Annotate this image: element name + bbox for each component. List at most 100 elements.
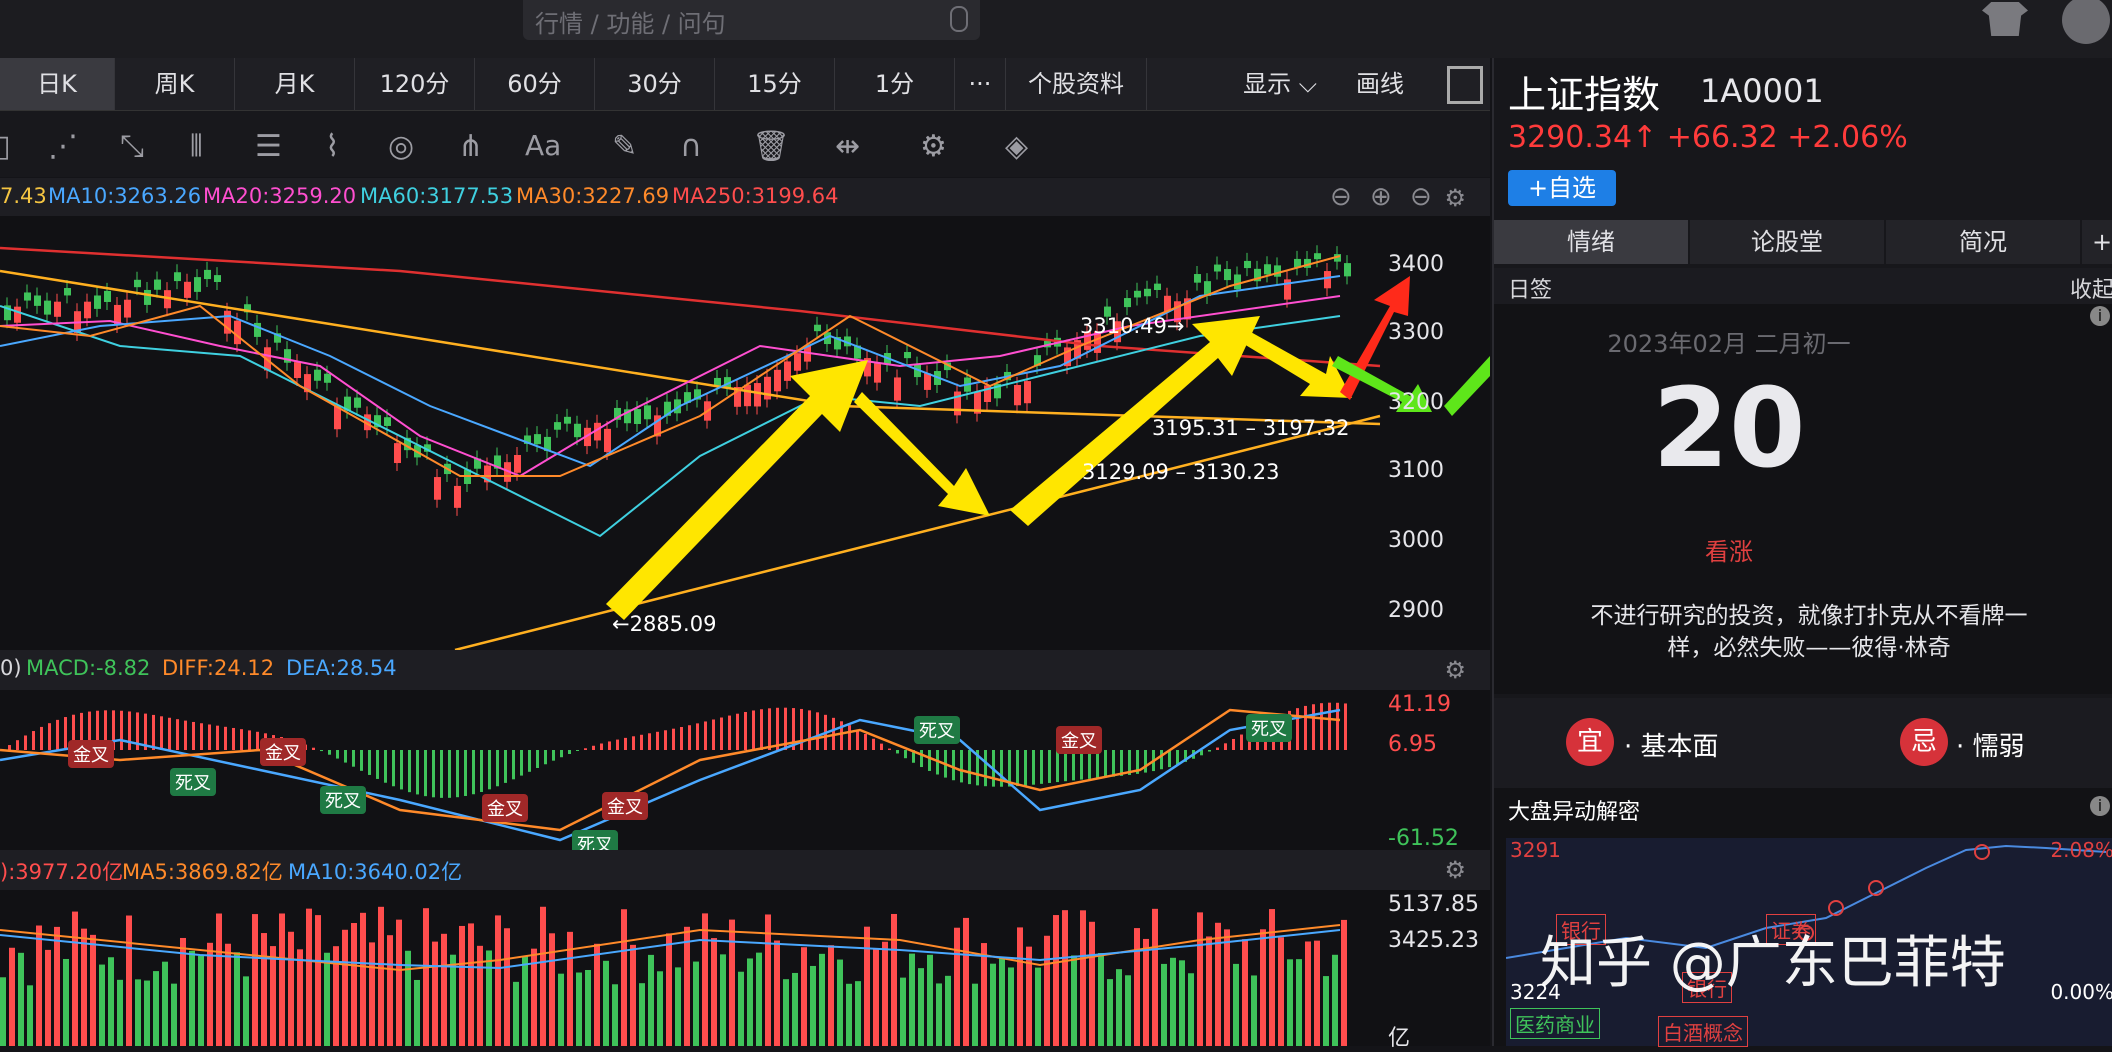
info-icon[interactable]: i — [2090, 306, 2110, 326]
mic-icon[interactable] — [950, 6, 968, 32]
macd-chart[interactable]: 金叉 死叉 金叉 死叉 金叉 金叉 死叉 死叉 金叉 死叉 41.19 6.95… — [0, 690, 1490, 858]
resize-tool-icon[interactable]: ⇹ — [835, 129, 860, 164]
watermark: 知乎 @广东巴菲特 — [1540, 931, 2006, 996]
sector-box[interactable]: 白酒概念 — [1658, 1016, 1748, 1047]
tab-sentiment[interactable]: 情绪 — [1494, 220, 1690, 264]
yi-badge: 宜 — [1566, 718, 1614, 766]
diff-label: DIFF:24.12 — [162, 656, 275, 680]
settings-icon[interactable]: ⚙ — [920, 129, 947, 164]
fan-tool-icon[interactable]: ⋰ — [48, 129, 78, 164]
vol-axis-top: 5137.85 — [1388, 892, 1479, 917]
zoom-in-icon[interactable]: ⊕ — [1370, 182, 1392, 212]
minimize-icon[interactable]: ⊖ — [1410, 182, 1432, 212]
volume-svg — [0, 906, 1347, 1046]
add-watchlist-button[interactable]: +自选 — [1508, 170, 1616, 206]
daily-sign-header: 日签 收起 — [1494, 268, 2112, 304]
cycle-tool-icon[interactable]: ◎ — [388, 129, 414, 164]
tab-forum[interactable]: 论股堂 — [1690, 220, 1886, 264]
anomaly-title: 大盘异动解密 — [1508, 800, 1641, 825]
display-dropdown[interactable]: 显示 ⌵ — [1230, 58, 1330, 110]
macd-settings-icon[interactable]: ⚙ — [1444, 656, 1466, 684]
info-icon[interactable]: i — [2090, 796, 2110, 816]
wave-tool-icon[interactable]: ⌇ — [325, 129, 340, 164]
search-input[interactable]: 行情 / 功能 / 问句 — [523, 0, 980, 40]
drawing-toolbar: ▯ ⋰ ⤡ ⫴ ☰ ⌇ ◎ ⋔ Aa ✎ ∩ 🗑 ⇹ ⚙ ◈ — [0, 111, 1490, 177]
parallel-tool-icon[interactable]: ⫴ — [190, 129, 203, 164]
price-tick: 3100 — [1388, 458, 1444, 483]
stock-code: 1A0001 — [1700, 72, 1824, 110]
tab-30min[interactable]: 30分 — [595, 58, 715, 110]
mood-label: 看涨 — [1705, 538, 1753, 566]
avatar[interactable] — [2062, 0, 2110, 44]
ji-text: · 懦弱 — [1956, 732, 2025, 762]
macd-legend: 0) MACD:-8.82 DIFF:24.12 DEA:28.54 ⚙ — [0, 650, 1490, 690]
tab-overview[interactable]: 简况 — [1886, 220, 2082, 264]
macd-axis-top: 41.19 — [1388, 692, 1451, 717]
yi-ji-row: 宜 · 基本面 忌 · 懦弱 — [1494, 698, 2112, 788]
top-bar: 行情 / 功能 / 问句 — [0, 0, 2112, 58]
kline-chart[interactable]: 3400 3300 3200 3100 3000 2900 3310.49→ ←… — [0, 216, 1490, 652]
segment-tool-icon[interactable]: ⤡ — [120, 129, 144, 164]
draw-line-button[interactable]: 画线 — [1340, 58, 1420, 110]
vol-ma10-label: MA10:3640.02亿 — [288, 860, 463, 884]
ma20-label: MA20:3259.20 — [203, 184, 357, 208]
collapse-button[interactable]: 收起 — [2070, 272, 2112, 304]
cross-tag: 死叉 — [320, 786, 366, 814]
macd-axis-mid: 6.95 — [1388, 732, 1437, 757]
market-anomaly-panel: 大盘异动解密 i 3291 3224 2.08% 0.00% 银行 证券 银行 … — [1494, 788, 2112, 1047]
tab-day-k[interactable]: 日K — [0, 58, 115, 110]
trash-icon[interactable]: 🗑 — [752, 129, 790, 164]
gann-tool-icon[interactable]: ⋔ — [458, 129, 483, 164]
tab-15min[interactable]: 15分 — [715, 58, 835, 110]
stock-panel: 上证指数 1A0001 3290.34↑ +66.32 +2.06% +自选 情… — [1492, 58, 2112, 1047]
high-annotation: 3310.49→ — [1080, 314, 1185, 338]
magnet-tool-icon[interactable]: ∩ — [680, 129, 702, 164]
anomaly-axis-top: 3291 — [1510, 838, 1561, 862]
tab-60min[interactable]: 60分 — [475, 58, 595, 110]
cross-tag: 金叉 — [1056, 726, 1102, 754]
low-annotation: ←2885.09 — [612, 612, 717, 636]
price-tick: 3200 — [1388, 390, 1444, 415]
ji-badge: 忌 — [1900, 718, 1948, 766]
tab-month-k[interactable]: 月K — [235, 58, 355, 110]
dea-label: DEA:28.54 — [286, 656, 397, 680]
panel-toggle-icon[interactable] — [1447, 66, 1483, 104]
tab-week-k[interactable]: 周K — [115, 58, 235, 110]
chart-settings-icon[interactable]: ⚙ — [1444, 184, 1466, 212]
tab-120min[interactable]: 120分 — [355, 58, 475, 110]
cross-tag: 死叉 — [914, 716, 960, 744]
tab-1min[interactable]: 1分 — [835, 58, 955, 110]
zoom-out-icon[interactable]: ⊖ — [1330, 182, 1352, 212]
layers-icon[interactable]: ◈ — [1005, 129, 1028, 164]
cross-tag: 金叉 — [260, 738, 306, 766]
ma5-label: 7.43 — [0, 184, 47, 208]
arrow-green-2 — [1444, 356, 1490, 416]
ma60-label: MA60:3177.53 — [360, 184, 514, 208]
macd-axis-bottom: -61.52 — [1388, 826, 1459, 851]
volume-settings-icon[interactable]: ⚙ — [1444, 856, 1466, 884]
shirt-icon[interactable] — [1982, 2, 2028, 36]
range-annotation-1: 3195.31 – 3197.32 — [1152, 416, 1350, 440]
rect-tool-icon[interactable]: ▯ — [0, 129, 11, 164]
pen-tool-icon[interactable]: ✎ — [612, 129, 637, 164]
date-label: 2023年02月 二月初一 — [1607, 330, 1851, 358]
volume-label: ):3977.20亿 — [0, 860, 124, 884]
more-tabs-button[interactable]: ··· — [955, 58, 1006, 110]
tab-stock-info[interactable]: 个股资料 — [1006, 58, 1147, 110]
ma10-label: MA10:3263.26 — [48, 184, 202, 208]
ma-legend: 7.43 MA10:3263.26 MA20:3259.20 MA60:3177… — [0, 178, 1490, 216]
vol-ma5-label: MA5:3869.82亿 — [122, 860, 283, 884]
volume-chart[interactable]: 5137.85 3425.23 亿 — [0, 890, 1490, 1051]
text-tool-icon[interactable]: Aa — [525, 129, 561, 162]
cross-tag: 金叉 — [482, 794, 528, 822]
add-tab-button[interactable]: + — [2082, 220, 2112, 264]
daily-sign-card: i 2023年02月 二月初一 20 看涨 不进行研究的投资，就像打扑克从不看牌… — [1494, 304, 2112, 694]
sentiment-score: 20 — [1652, 364, 1806, 492]
sector-box[interactable]: 医药商业 — [1510, 1008, 1600, 1039]
vol-axis-mid: 3425.23 — [1388, 928, 1479, 953]
price-tick: 3000 — [1388, 528, 1444, 553]
range-annotation-2: 3129.09 – 3130.23 — [1082, 460, 1280, 484]
cross-tag: 死叉 — [1246, 714, 1292, 742]
daily-sign-label: 日签 — [1508, 278, 1553, 303]
fib-tool-icon[interactable]: ☰ — [255, 129, 282, 164]
